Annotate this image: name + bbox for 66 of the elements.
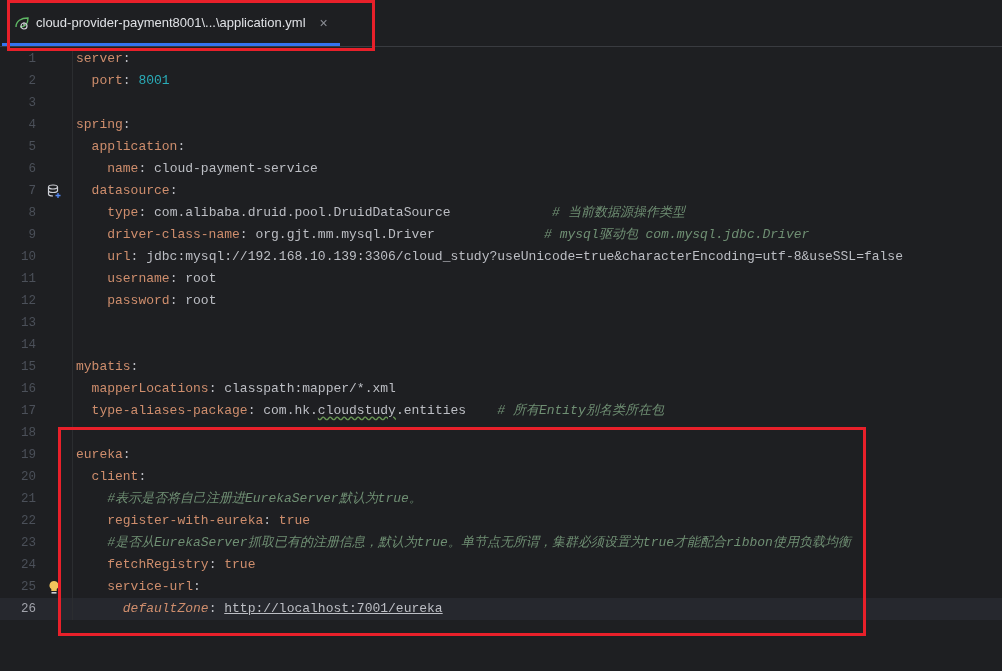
colon: : (122, 116, 131, 135)
yaml-number: 8001 (138, 72, 170, 91)
yaml-key: server (76, 49, 123, 69)
yaml-key: name (76, 159, 139, 179)
colon: : (138, 160, 148, 179)
file-tab[interactable]: cloud-provider-payment8001\...\application.yml × (2, 0, 340, 46)
yaml-key: port (76, 71, 123, 91)
colon: : (208, 600, 218, 619)
yaml-key: register-with-eureka (76, 511, 264, 531)
colon: : (208, 380, 218, 399)
yaml-key: password (76, 291, 170, 311)
yaml-key: application (76, 137, 178, 157)
yaml-value: org.gjt.mm.mysql.Driver (255, 226, 435, 245)
yaml-key: type-aliases-package (76, 401, 248, 421)
code-comment: # mysql驱动包 com.mysql.jdbc.Driver (543, 226, 810, 245)
colon: : (138, 204, 148, 223)
leaf-power-icon (14, 15, 30, 31)
code-comment: # 当前数据源操作类型 (550, 204, 685, 223)
yaml-key: type (76, 203, 139, 223)
colon: : (169, 270, 179, 289)
code-comment: #是否从EurekaServer抓取已有的注册信息，默认为true。单节点无所谓，集群必须设置为true才能配合ribbon使用负载均衡 (106, 534, 851, 553)
url-link[interactable]: http://localhost:7001/eureka (224, 599, 443, 619)
yaml-value: jdbc:mysql://192.168.10.139:3306/cloud_study?useUnicode=true&characterEncoding=utf-8&useSSL=false (146, 248, 903, 267)
colon: : (247, 402, 257, 421)
yaml-value: root (185, 270, 217, 289)
colon: : (122, 50, 131, 69)
colon: : (169, 182, 178, 201)
colon: : (263, 512, 273, 531)
lightbulb-icon[interactable] (48, 579, 60, 595)
close-tab-button[interactable]: × (319, 16, 328, 30)
yaml-key: service-url (76, 577, 194, 597)
colon: : (208, 556, 218, 575)
yaml-boolean: true (278, 512, 311, 531)
misspelled-word: cloudstudy (317, 402, 396, 421)
yaml-value: classpath:mapper/*.xml (224, 380, 396, 399)
colon: : (130, 248, 140, 267)
database-icon[interactable] (47, 184, 61, 198)
colon: : (138, 468, 147, 487)
yaml-key: spring (76, 115, 123, 135)
line-number: 26 (20, 600, 36, 618)
code-comment: # 所有Entity别名类所在包 (496, 402, 664, 421)
code-comment: #表示是否将自己注册进EurekaServer默认为true。 (106, 490, 422, 509)
yaml-key: datasource (76, 181, 170, 201)
yaml-key: defaultZone (76, 599, 209, 619)
yaml-value: cloud-payment-service (154, 160, 318, 179)
colon: : (130, 358, 139, 377)
yaml-value: com.hk. (263, 402, 318, 421)
yaml-value: .entities (395, 402, 467, 421)
colon: : (169, 292, 179, 311)
yaml-boolean: true (224, 556, 256, 575)
yaml-key: client (76, 467, 139, 487)
colon: : (193, 578, 201, 597)
yaml-key: driver-class-name (76, 225, 240, 245)
colon: : (239, 226, 249, 245)
yaml-value: root (185, 292, 217, 311)
yaml-key: mybatis (76, 357, 131, 377)
tab-label: cloud-provider-payment8001\...\application.yml (36, 14, 306, 33)
colon: : (122, 446, 131, 465)
colon: : (177, 138, 186, 157)
yaml-value: com.alibaba.druid.pool.DruidDataSource (154, 204, 451, 223)
yaml-key: mapperLocations (76, 379, 209, 399)
yaml-key: url (76, 247, 131, 267)
yaml-key: fetchRegistry (76, 555, 209, 575)
colon: : (122, 72, 132, 91)
yaml-key: eureka (76, 445, 123, 465)
yaml-key: username (76, 269, 170, 289)
